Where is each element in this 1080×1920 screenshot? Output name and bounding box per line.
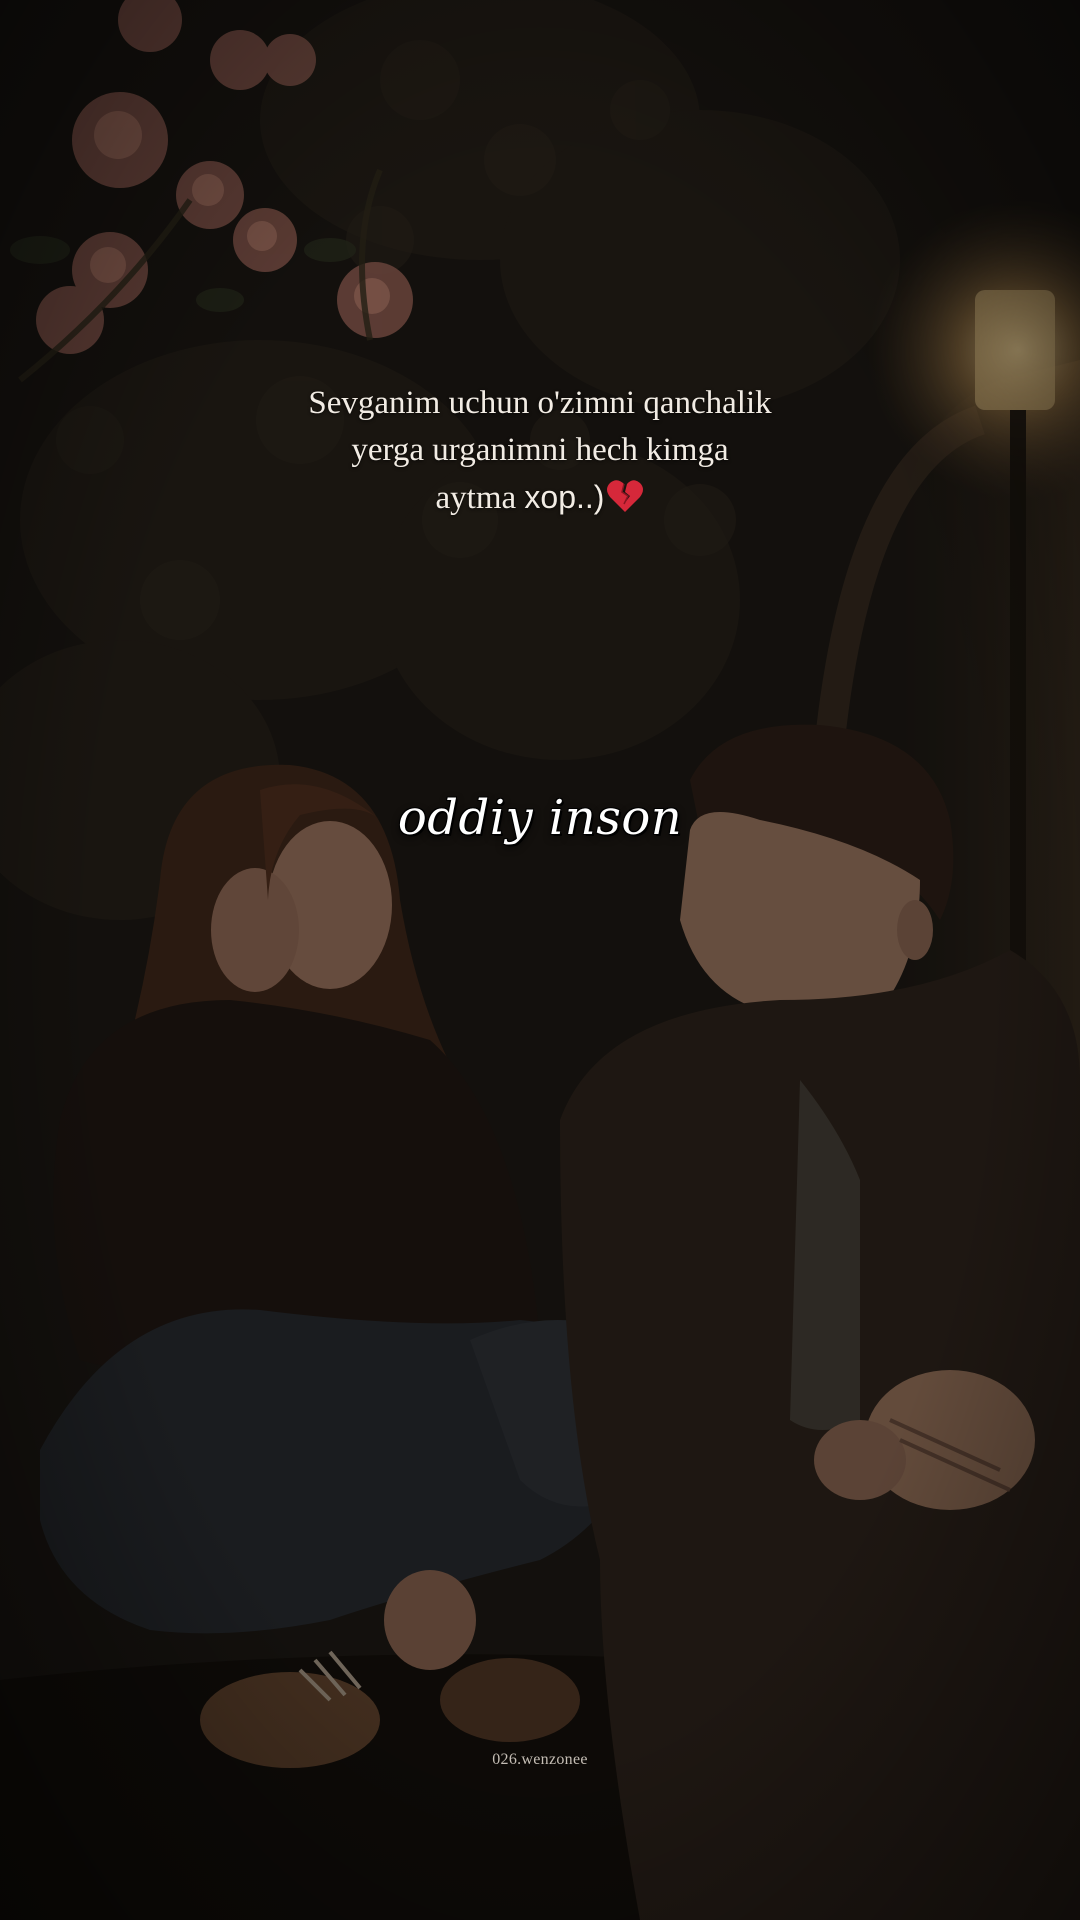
quote-line-3: aytma xop..)	[190, 474, 890, 528]
credit-text: 026.wenzonee	[492, 1751, 588, 1768]
quote-line-1: Sevganim uchun o'zimni qanchalik	[308, 385, 772, 421]
story-canvas: Sevganim uchun o'zimni qanchalik yerga u…	[0, 0, 1080, 1920]
broken-heart-icon	[606, 478, 644, 528]
quote-line-3-text: aytma	[435, 480, 525, 516]
quote-text: Sevganim uchun o'zimni qanchalik yerga u…	[190, 380, 890, 528]
watermark-text: oddiy inson	[397, 790, 683, 846]
quote-line-3-word: xop..)	[524, 479, 605, 515]
background-photo	[0, 0, 1080, 1920]
quote-line-2: yerga urganimni hech kimga	[351, 432, 729, 468]
